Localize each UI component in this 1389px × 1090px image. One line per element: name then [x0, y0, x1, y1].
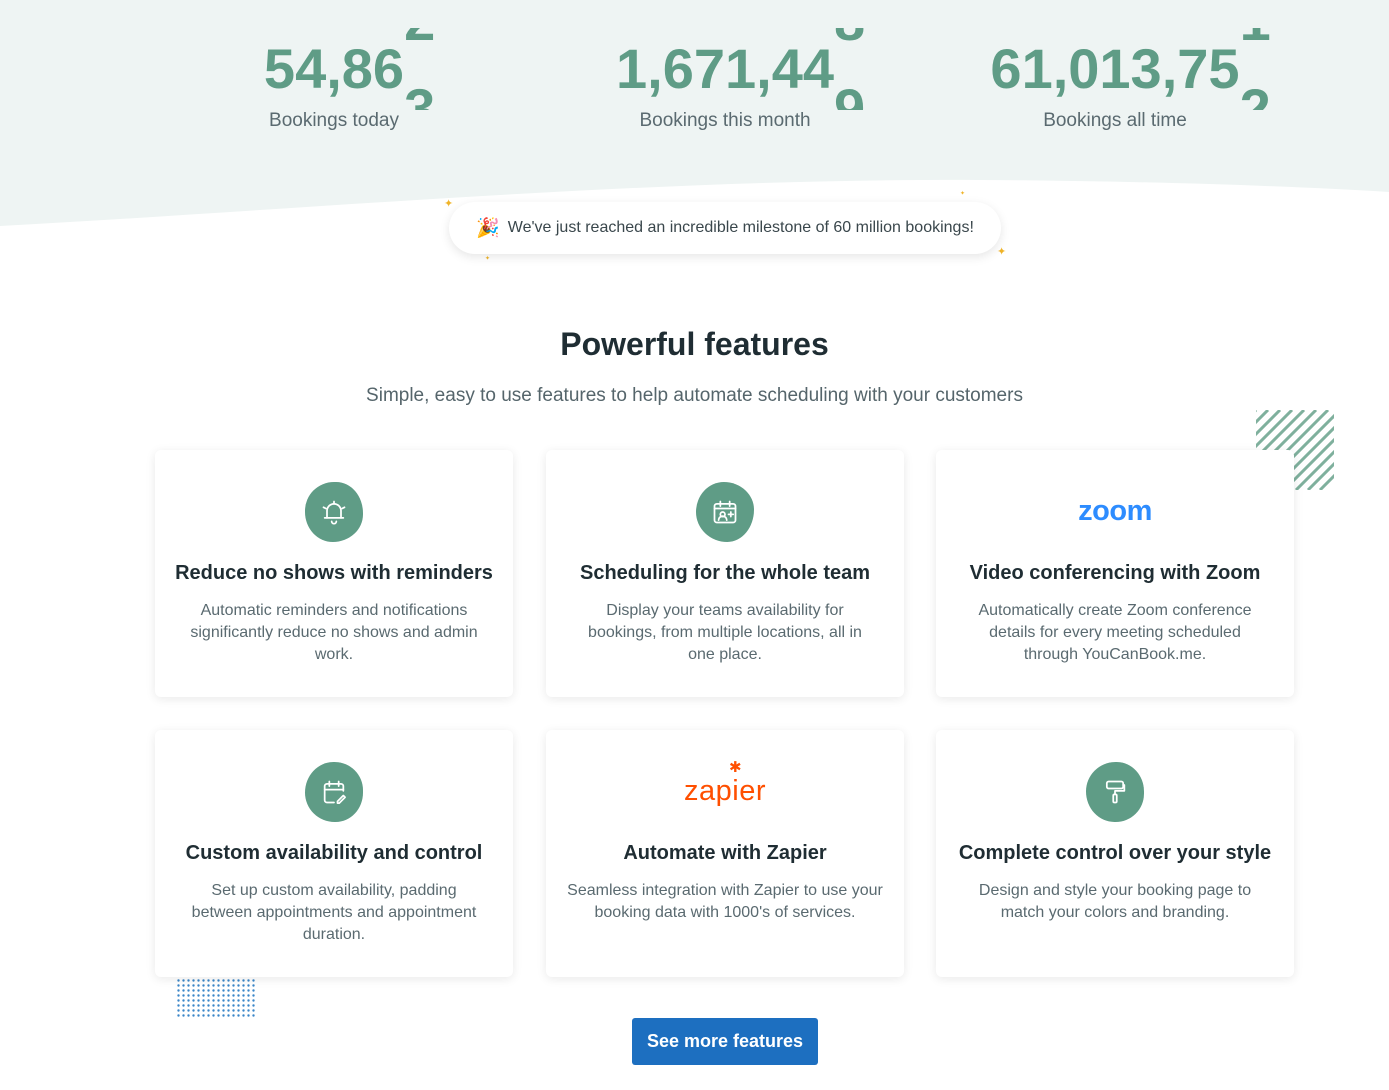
stat-label: Bookings all time — [1043, 110, 1187, 131]
sparkle-icon: ✦ — [444, 198, 454, 210]
feature-card-style: Complete control over your style Design … — [936, 730, 1294, 977]
party-popper-icon: 🎉 — [476, 218, 500, 239]
milestone-text: We've just reached an incredible milesto… — [507, 219, 974, 236]
stat-bookings-all-time: 61,013,7512 Bookings all time — [925, 28, 1305, 132]
card-title: Reduce no shows with reminders — [175, 562, 493, 584]
card-description: Seamless integration with Zapier to use … — [567, 882, 883, 921]
see-more-features-button[interactable]: See more features — [632, 1018, 818, 1065]
zapier-asterisk-icon: ✱ — [729, 758, 743, 776]
team-calendar-icon — [696, 482, 754, 542]
dots-decoration — [176, 978, 256, 1018]
stat-rolling-digit: 23 — [404, 28, 438, 110]
features-title: Powerful features — [560, 326, 829, 362]
stat-label: Bookings this month — [639, 110, 811, 131]
feature-card-availability: Custom availability and control Set up c… — [155, 730, 513, 977]
feature-card-reminders: Reduce no shows with reminders Automatic… — [155, 450, 513, 697]
sparkle-icon: ✦ — [997, 246, 1007, 258]
paint-roller-icon — [1086, 762, 1144, 822]
card-description: Set up custom availability, padding betw… — [191, 882, 477, 943]
card-title: Scheduling for the whole team — [579, 562, 871, 584]
stat-number: 54,86 — [263, 37, 405, 100]
rolling-digit-bottom: 2 — [1239, 77, 1271, 110]
feature-card-zoom: zoom Video conferencing with Zoom Automa… — [936, 450, 1294, 697]
calendar-edit-icon — [305, 762, 363, 822]
milestone-banner: 🎉 We've just reached an incredible miles… — [449, 202, 1001, 254]
feature-card-team: Scheduling for the whole team Display yo… — [546, 450, 904, 697]
stat-bookings-today: 54,8623 Bookings today — [144, 28, 524, 132]
stat-bookings-month: 1,671,4489 Bookings this month — [535, 28, 915, 132]
stat-label: Bookings today — [269, 110, 399, 131]
card-description: Design and style your booking page to ma… — [978, 882, 1252, 921]
card-description: Automatic reminders and notifications si… — [190, 602, 478, 663]
sparkle-icon: ✦ — [485, 256, 491, 262]
zoom-logo: zoom — [936, 486, 1294, 536]
stat-number: 61,013,75 — [990, 37, 1240, 100]
rolling-digit-bottom: 3 — [404, 77, 436, 110]
bell-icon — [305, 482, 363, 542]
zapier-logo-text: zapier — [684, 774, 766, 807]
rolling-digit-top: 1 — [1240, 28, 1271, 62]
rolling-digit-top: 8 — [834, 28, 865, 62]
rolling-digit-bottom: 9 — [833, 77, 866, 110]
stat-rolling-digit: 89 — [834, 28, 868, 110]
stat-number: 1,671,44 — [616, 37, 834, 100]
zapier-logo: ✱ zapier — [546, 759, 904, 816]
card-title: Automate with Zapier — [623, 842, 827, 864]
card-title: Custom availability and control — [185, 842, 483, 864]
card-title: Video conferencing with Zoom — [969, 562, 1261, 584]
feature-card-zapier: ✱ zapier Automate with Zapier Seamless in… — [546, 730, 904, 977]
zoom-logo-text: zoom — [1078, 494, 1152, 527]
sparkle-icon: ✦ — [960, 191, 966, 197]
rolling-digit-top: 2 — [404, 28, 435, 62]
stats-band: 54,8623 Bookings today 1,671,4489 Bookin… — [0, 0, 1389, 230]
stat-rolling-digit: 12 — [1240, 28, 1274, 110]
features-subtitle: Simple, easy to use features to help aut… — [366, 385, 1023, 406]
card-description: Automatically create Zoom conference det… — [978, 602, 1252, 663]
card-title: Complete control over your style — [958, 842, 1272, 864]
card-description: Display your teams availability for book… — [588, 602, 862, 663]
